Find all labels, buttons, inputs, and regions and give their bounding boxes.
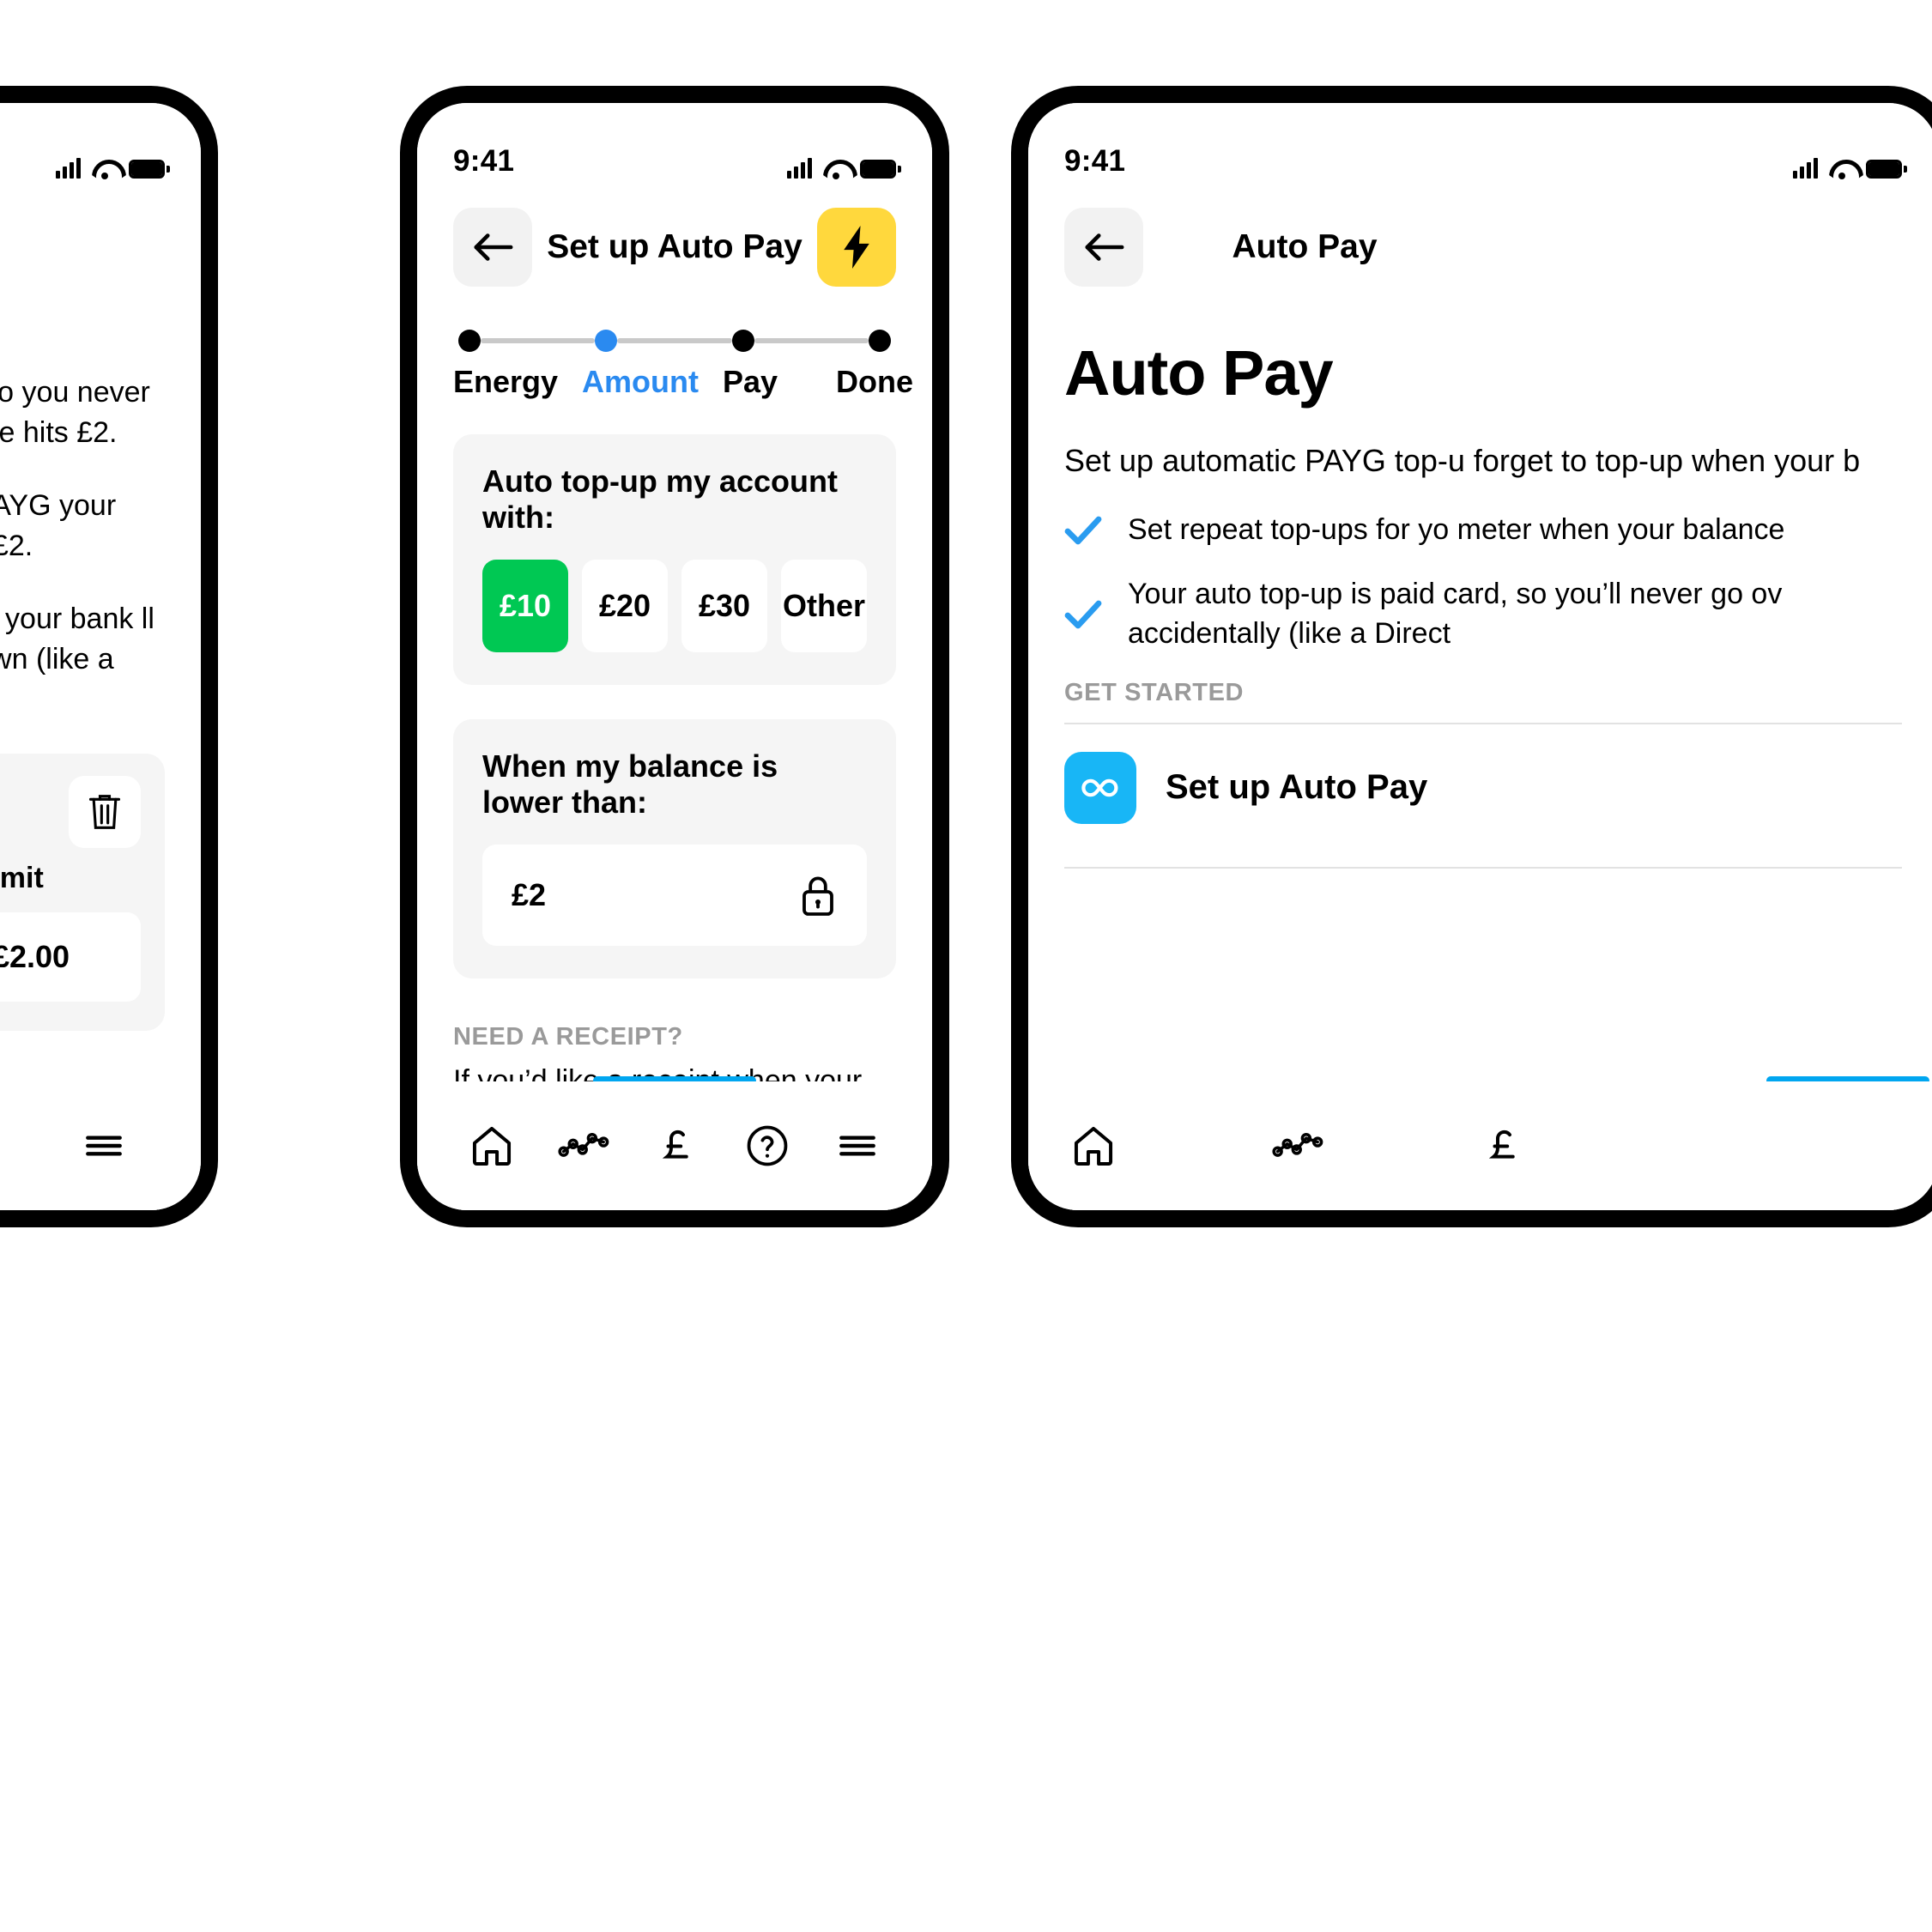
content-right: Auto Pay Set up automatic PAYG top-u for… [1028,336,1932,869]
phone-center-screen: 9:41 Set up Auto Pay Energy Amount Pay D… [417,103,932,1210]
step-dot-done[interactable] [868,330,891,352]
threshold-card-title: When my balance is lower than: [482,748,778,820]
tab-bar-right [1028,1081,1932,1210]
page-title-left: Auto Pay [0,228,165,266]
wifi-icon [92,160,118,179]
phone-right: 9:41 Auto Pay Auto Pay Set up automatic … [1011,86,1932,1227]
tab-usage-right[interactable] [1272,1122,1325,1170]
tab-help-center[interactable] [743,1122,791,1170]
receipt-kicker: NEED A RECEIPT? [453,1023,683,1051]
status-icons-left [56,158,170,179]
check-icon [1064,516,1102,545]
balance-threshold-card: When my balance is lower than: £2 [453,719,896,978]
phone-left-screen: Auto Pay c PAYG top-ups so you never whe… [0,103,201,1210]
step-label-energy[interactable]: Energy [453,364,582,400]
tab-usage-center[interactable] [558,1122,611,1170]
nav-bar-left: Auto Pay [0,185,201,295]
signal-bars-icon [56,158,81,179]
step-dot-amount[interactable] [595,330,618,352]
divider-bottom [1064,866,1902,869]
battery-icon [1866,160,1907,179]
stepper-labels: Energy Amount Pay Done [453,364,913,400]
status-icons-right [1793,158,1907,179]
phone-left: Auto Pay c PAYG top-ups so you never whe… [0,86,218,1227]
content-left: c PAYG top-ups so you never when your ba… [0,295,201,1032]
topup-amount-card: Auto top-up my account with: £10 £20 £30… [453,434,896,685]
phone-right-screen: 9:41 Auto Pay Auto Pay Set up automatic … [1028,103,1932,1210]
setup-stepper: Energy Amount Pay Done [453,330,913,400]
amount-option-20[interactable]: £20 [582,560,668,652]
credit-limit-value[interactable]: £2.00 [0,912,141,1002]
wifi-icon [823,160,849,179]
status-clock-center: 9:41 [453,144,515,178]
left-paragraph-1: c PAYG top-ups so you never when your ba… [0,376,150,449]
tab-pound-center[interactable] [653,1122,701,1170]
credit-limit-label: Credit limit [0,862,44,895]
step-line-3 [754,338,869,343]
credit-limit-card: Credit limit £2.00 [0,754,165,1032]
auto-pay-heading: Auto Pay [1064,337,1334,409]
amount-option-30[interactable]: £30 [681,560,767,652]
threshold-value: £2 [512,877,547,912]
left-paragraph-2: op-ups for your PAYG your balance reache… [0,488,117,562]
step-label-pay[interactable]: Pay [699,364,802,400]
topup-card-title: Auto top-up my account with: [482,463,838,535]
trash-icon[interactable] [69,776,141,849]
benefit-text-2: Your auto top-up is paid card, so you’ll… [1128,578,1783,650]
status-clock-right: 9:41 [1064,144,1126,178]
tab-menu-left[interactable] [80,1122,128,1170]
screenshot-stage: Auto Pay c PAYG top-ups so you never whe… [0,0,1932,1932]
back-arrow-icon[interactable] [453,208,532,287]
battery-icon [129,160,170,179]
tab-home-center[interactable] [468,1122,516,1170]
signal-bars-icon [1793,158,1818,179]
nav-bar-right: Auto Pay [1028,185,1932,295]
list-item: Set repeat top-ups for yo meter when you… [1064,511,1902,549]
benefit-text-1: Set repeat top-ups for yo meter when you… [1128,513,1785,547]
wifi-icon [1829,160,1855,179]
tab-pound-right[interactable] [1480,1122,1528,1170]
amount-option-10[interactable]: £10 [482,560,568,652]
check-icon [1064,600,1102,629]
phone-center: 9:41 Set up Auto Pay Energy Amount Pay D… [400,86,949,1227]
status-bar-center: 9:41 [417,103,932,185]
step-label-amount[interactable]: Amount [582,364,699,400]
status-icons-center [787,158,901,179]
status-bar-right: 9:41 [1028,103,1932,185]
tab-bar-center [417,1081,932,1210]
get-started-kicker: GET STARTED [1064,678,1245,706]
auto-pay-intro: Set up automatic PAYG top-u forget to to… [1064,443,1861,478]
step-line-2 [617,338,732,343]
page-title-right: Auto Pay [1232,228,1378,265]
list-item: Your auto top-up is paid card, so you’ll… [1064,575,1902,652]
stepper-track [453,330,896,352]
credit-limit-row: £2.00 [0,912,141,1002]
left-paragraph-3: op-up is paid with your bank ll never go… [0,602,154,675]
list-item-setup-auto-pay[interactable]: Set up Auto Pay [1064,724,1902,851]
lock-icon [798,873,838,918]
step-dot-pay[interactable] [731,330,754,352]
step-label-done[interactable]: Done [802,364,913,400]
tab-menu-center[interactable] [833,1122,881,1170]
amount-options: £10 £20 £30 Other [482,560,867,652]
nav-bar-center: Set up Auto Pay [417,185,932,295]
tab-home-right[interactable] [1069,1122,1117,1170]
lightning-bolt-icon[interactable] [817,208,896,287]
benefits-list: Set repeat top-ups for yo meter when you… [1064,511,1902,653]
signal-bars-icon [787,158,812,179]
threshold-field[interactable]: £2 [482,845,867,946]
step-line-1 [481,338,596,343]
battery-icon [860,160,901,179]
infinity-icon [1064,751,1136,824]
tab-bar-left [0,1081,201,1210]
status-bar-left [0,103,201,185]
step-dot-energy[interactable] [458,330,481,352]
setup-auto-pay-label: Set up Auto Pay [1166,768,1428,807]
back-arrow-icon[interactable] [1064,208,1143,287]
amount-option-other[interactable]: Other [781,560,867,652]
